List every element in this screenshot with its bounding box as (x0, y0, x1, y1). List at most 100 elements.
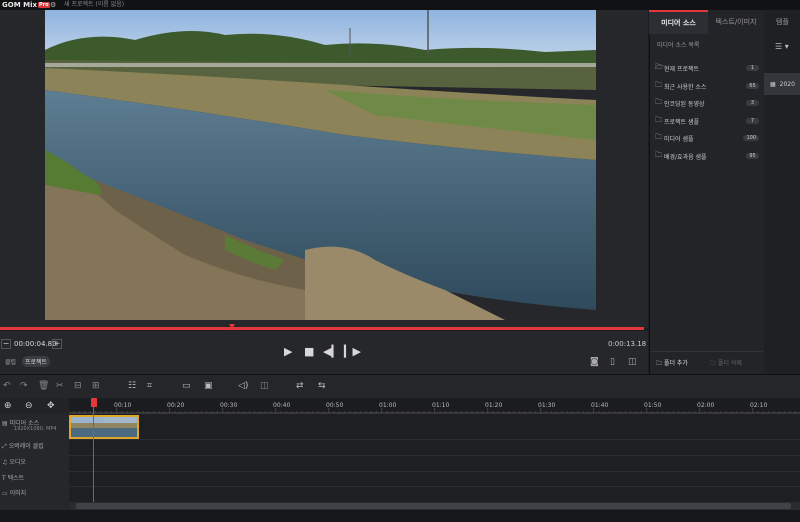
tick-label: 02:10 (750, 402, 768, 409)
timeline-scrollbar-thumb[interactable] (76, 503, 791, 509)
folder-delete-label: 폴더 삭제 (717, 360, 742, 367)
folder-icon: 🗀 (655, 132, 662, 141)
track-separator (69, 471, 800, 472)
video-preview[interactable] (45, 10, 596, 320)
redo-icon[interactable]: ↷ (20, 381, 28, 391)
media-item-label: 프로젝트 샘플 (664, 118, 700, 126)
track-label: 오디오 (9, 459, 26, 466)
media-item-encoded-videos[interactable]: 🗀 인코딩된 동영상 3 (655, 97, 759, 109)
volume-icon[interactable]: ◁) (238, 381, 248, 391)
zoom-out-icon[interactable]: ⊖ (25, 401, 33, 411)
tick-label: 01:10 (432, 402, 450, 409)
playhead-handle[interactable] (91, 398, 97, 407)
timeline-tracks[interactable] (69, 414, 800, 502)
tick-label: 00:50 (326, 402, 344, 409)
media-item-count: 100 (743, 135, 759, 141)
divider (650, 351, 763, 352)
undo-icon[interactable]: ↶ (3, 381, 11, 391)
tab-text-image[interactable]: 텍스트/이미지 (708, 10, 764, 34)
time-increment-button[interactable]: + (52, 339, 62, 349)
folder-icon: 🗀 (655, 150, 662, 159)
folder-icon: 🗀 (655, 115, 662, 124)
media-item-recent-sources[interactable]: 🗀 최근 사용한 소스 65 (655, 80, 759, 92)
media-item-label: 배경/효과음 샘플 (664, 153, 707, 161)
audio-detach-icon[interactable]: ◫ (260, 381, 269, 391)
folder-export-icon: 🗀 (655, 97, 662, 106)
template-item[interactable]: ▦ 2020 (764, 73, 800, 95)
image-edit-icon[interactable]: ▣ (204, 381, 213, 391)
folder-add-icon: 🗀 (656, 360, 663, 367)
tab-media-source[interactable]: 미디어 소스 (649, 10, 708, 34)
media-list-header: 미디어 소스 목록 (657, 42, 700, 49)
total-time: 0:00:13.18 (608, 340, 647, 348)
next-frame-icon[interactable]: ▎▶ (344, 346, 361, 358)
template-panel (764, 10, 800, 374)
image-icon[interactable]: ▭ (182, 381, 191, 391)
delete-icon[interactable]: 🗑 (38, 381, 49, 391)
track-overlay[interactable]: ⤢ 오버레이 클립 (2, 441, 44, 451)
playback-progress-bar[interactable] (0, 327, 644, 330)
track-separator (69, 439, 800, 440)
track-image[interactable]: ▭ 이미지 (2, 488, 26, 497)
track-label: 오버레이 클립 (8, 443, 44, 450)
tick-label: 02:00 (697, 402, 715, 409)
zoom-in-icon[interactable]: ⊕ (4, 401, 12, 411)
tick-label: 01:40 (591, 402, 609, 409)
template-item-label: 2020 (779, 80, 795, 88)
track-text[interactable]: T 텍스트 (2, 473, 24, 482)
film-icon: ▦ (770, 80, 776, 88)
track-separator (69, 455, 800, 456)
music-note-icon: ♫ (2, 459, 8, 466)
folder-delete-button[interactable]: 🗀 폴더 삭제 (710, 358, 742, 369)
logo-badge: Pro (37, 2, 50, 8)
folder-icon: 🗀 (655, 80, 662, 89)
media-item-count: 7 (746, 118, 759, 124)
media-item-label: 현재 프로젝트 (664, 65, 700, 73)
media-item-current-project[interactable]: 🗁 현재 프로젝트 1 (655, 62, 759, 74)
film-icon: ▤ (2, 420, 8, 427)
edit-toolbar (0, 374, 800, 398)
playhead[interactable] (93, 398, 94, 502)
fit-icon[interactable]: ✥ (47, 401, 55, 411)
aspect-icon[interactable]: ▯ (610, 357, 615, 367)
media-item-count: 1 (746, 65, 759, 71)
speed-icon[interactable]: ⇆ (318, 381, 326, 391)
previous-frame-icon[interactable]: ◀▎ (323, 346, 340, 358)
tab-clip[interactable]: 클립 (5, 357, 16, 366)
playback-progress-handle[interactable] (228, 324, 235, 329)
media-item-count: 65 (746, 83, 759, 89)
current-time: 00:00:04.80 (14, 340, 57, 348)
media-item-media-samples[interactable]: 🗀 미디어 샘플 100 (655, 132, 759, 144)
folder-add-button[interactable]: 🗀 폴더 추가 (656, 358, 688, 369)
adjust-icon[interactable]: ☷ (128, 381, 136, 391)
track-media-info: 1920X1080, MP4 (14, 426, 57, 432)
stop-icon[interactable]: ■ (304, 346, 314, 358)
tick-label: 01:30 (538, 402, 556, 409)
gear-icon[interactable]: ⚙ (50, 0, 56, 10)
video-frame-image (45, 10, 596, 320)
clip-thumbnail (71, 417, 137, 437)
text-icon: T (2, 475, 6, 482)
track-audio[interactable]: ♫ 오디오 (2, 457, 26, 466)
tick-label: 01:20 (485, 402, 503, 409)
image-icon: ▭ (2, 490, 8, 497)
play-icon[interactable]: ▶ (284, 346, 292, 358)
media-item-project-samples[interactable]: 🗀 프로젝트 샘플 7 (655, 115, 759, 127)
media-item-bg-sfx-samples[interactable]: 🗀 배경/효과음 샘플 95 (655, 150, 759, 162)
tick-label: 00:20 (167, 402, 185, 409)
split-icon[interactable]: ⊟ (74, 381, 82, 391)
logo-text: GOM Mix (2, 1, 37, 9)
merge-icon[interactable]: ⊞ (92, 381, 100, 391)
crop-icon[interactable]: ⌗ (147, 381, 152, 391)
tab-template[interactable]: 템플 (776, 10, 789, 34)
tab-project[interactable]: 프로젝트 (22, 356, 51, 367)
overlay-icon: ⤢ (2, 443, 7, 450)
transition-icon[interactable]: ⇄ (296, 381, 304, 391)
menu-icon[interactable]: ☰ ▾ (775, 42, 789, 51)
snapshot-icon[interactable]: ◙ (590, 357, 599, 367)
fullscreen-icon[interactable]: ◫ (628, 357, 637, 367)
app-logo: GOM Mix Pro (2, 0, 50, 10)
cut-icon[interactable]: ✂ (56, 381, 64, 391)
timeline-clip[interactable] (69, 415, 139, 439)
time-decrement-button[interactable]: − (1, 339, 11, 349)
